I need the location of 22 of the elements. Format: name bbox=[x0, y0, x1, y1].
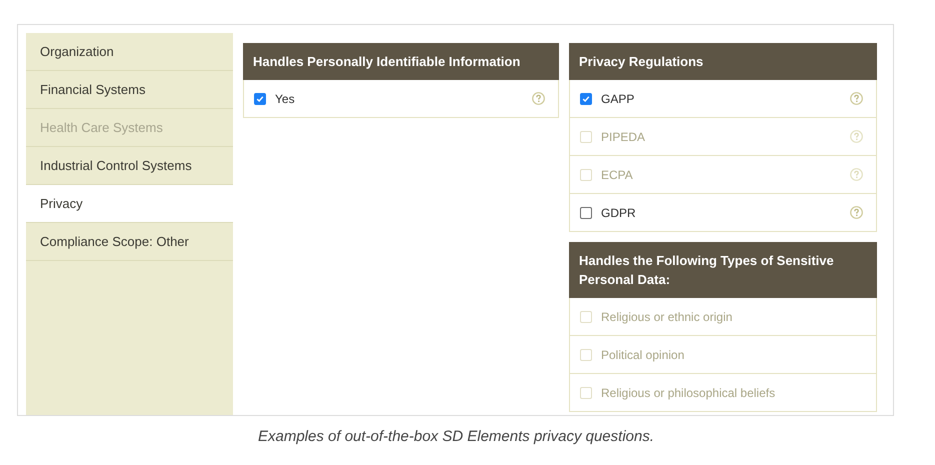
sidebar-item[interactable]: Financial Systems bbox=[26, 71, 233, 109]
option-label: Religious or ethnic origin bbox=[601, 310, 734, 324]
help-icon[interactable] bbox=[850, 92, 863, 105]
checkbox[interactable] bbox=[254, 92, 266, 104]
option-label: Yes bbox=[275, 92, 296, 106]
figure-caption: Examples of out-of-the-box SD Elements privacy questions. bbox=[258, 428, 654, 445]
option-label: Political opinion bbox=[601, 348, 686, 362]
sidebar-item[interactable]: Organization bbox=[26, 33, 233, 71]
option-label: PIPEDA bbox=[601, 130, 646, 144]
checkbox[interactable] bbox=[580, 206, 592, 218]
sidebar-item[interactable]: Compliance Scope: Other bbox=[26, 223, 233, 261]
help-icon[interactable] bbox=[532, 92, 545, 105]
option-label: Religious or philosophical beliefs bbox=[601, 386, 776, 400]
option-label: GDPR bbox=[601, 206, 637, 220]
panel-header: Handles the Following Types of Sensitive Personal Data: bbox=[569, 242, 877, 298]
checkbox[interactable] bbox=[580, 92, 592, 104]
panel-header: Privacy Regulations bbox=[569, 43, 877, 80]
sidebar-item[interactable]: Privacy bbox=[26, 185, 233, 223]
help-icon[interactable] bbox=[850, 206, 863, 219]
option-label: GAPP bbox=[601, 92, 636, 106]
panel-header: Handles Personally Identifiable Information bbox=[243, 43, 559, 80]
option-label: ECPA bbox=[601, 168, 634, 182]
